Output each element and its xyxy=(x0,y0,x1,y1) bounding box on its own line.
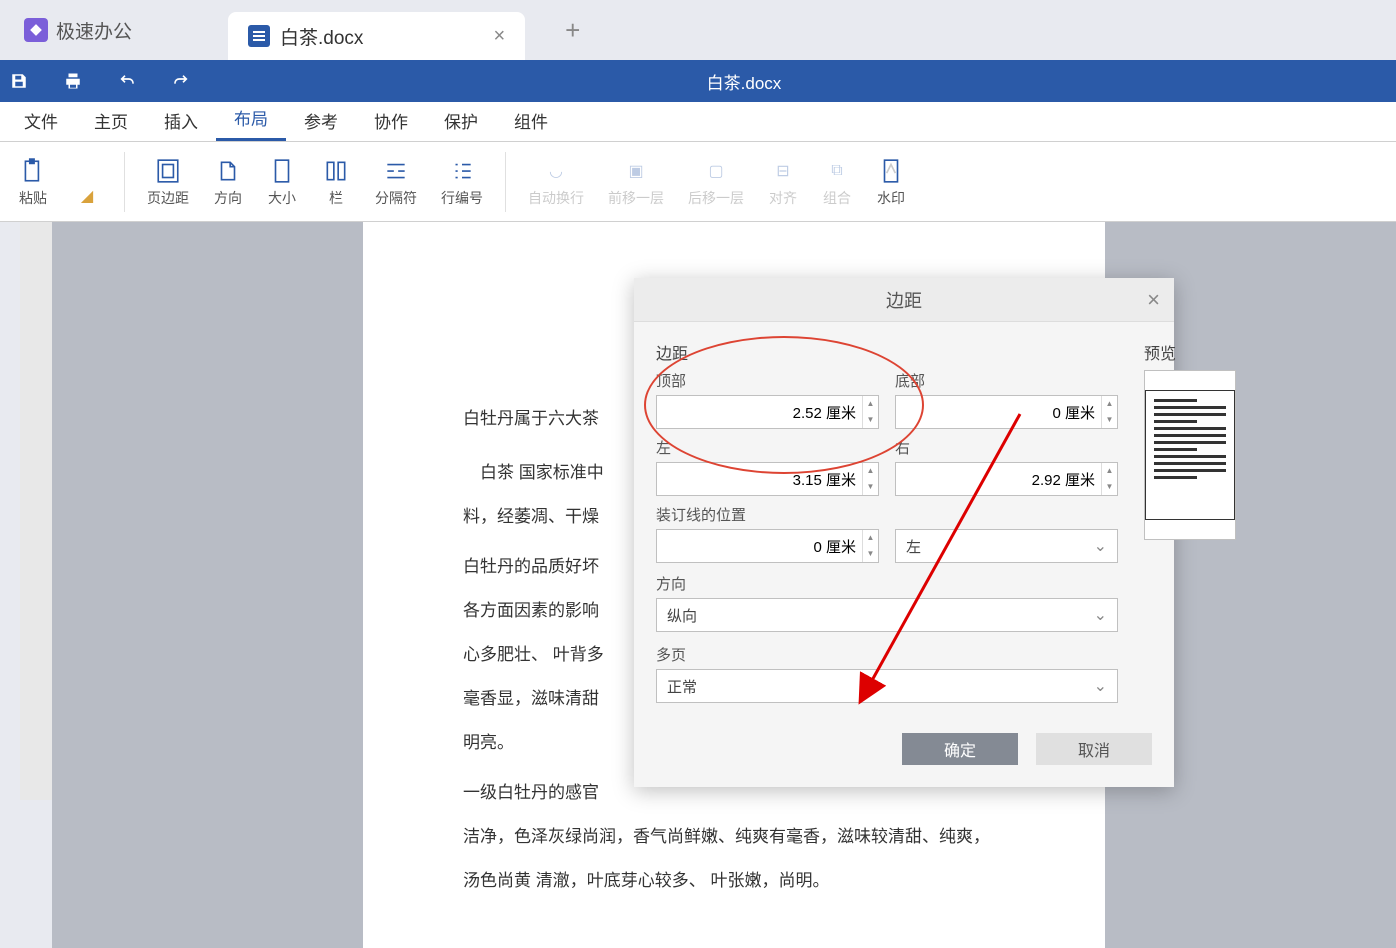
menu-file[interactable]: 文件 xyxy=(6,100,76,141)
spin-up-icon[interactable]: ▲ xyxy=(1102,463,1117,479)
group-icon: ⧉ xyxy=(822,156,852,186)
app-name: 极速办公 xyxy=(56,17,132,44)
gutter-label: 装订线的位置 xyxy=(656,504,1118,525)
menu-references[interactable]: 参考 xyxy=(286,100,356,141)
orientation-icon xyxy=(213,156,243,186)
add-tab-icon[interactable]: + xyxy=(565,15,580,46)
bottom-margin-input[interactable]: ▲▼ xyxy=(895,395,1118,429)
app-tab[interactable]: 极速办公 xyxy=(8,11,148,50)
format-painter-button[interactable]: ◢ xyxy=(64,153,110,211)
ribbon: 粘贴 ◢ 页边距 方向 大小 栏 分隔符 行编号 ◡ 自动换行 ▣ 前移一层 ▢… xyxy=(0,142,1396,222)
auto-wrap-button: ◡ 自动换行 xyxy=(520,156,592,208)
breaks-icon xyxy=(381,156,411,186)
orientation-select[interactable]: 纵向 xyxy=(656,598,1118,632)
close-tab-icon[interactable]: × xyxy=(493,25,505,48)
size-icon xyxy=(267,156,297,186)
orientation-button[interactable]: 方向 xyxy=(205,156,251,208)
dialog-title: 边距 xyxy=(886,287,922,313)
title-bar: 白茶.docx xyxy=(0,60,1396,102)
line-numbers-icon xyxy=(447,156,477,186)
wrap-icon: ◡ xyxy=(541,156,571,186)
send-backward-button: ▢ 后移一层 xyxy=(680,156,752,208)
bring-forward-button: ▣ 前移一层 xyxy=(600,156,672,208)
menu-insert[interactable]: 插入 xyxy=(146,100,216,141)
columns-icon xyxy=(321,156,351,186)
right-margin-input[interactable]: ▲▼ xyxy=(895,462,1118,496)
menu-components[interactable]: 组件 xyxy=(496,100,566,141)
spin-down-icon[interactable]: ▼ xyxy=(1102,479,1117,495)
save-icon[interactable] xyxy=(8,70,30,92)
margins-button[interactable]: 页边距 xyxy=(139,156,197,208)
align-button: ⊟ 对齐 xyxy=(760,156,806,208)
spin-down-icon[interactable]: ▼ xyxy=(863,412,878,428)
margins-icon xyxy=(153,156,183,186)
left-label: 左 xyxy=(656,437,879,458)
left-margin-input[interactable]: ▲▼ xyxy=(656,462,879,496)
spin-up-icon[interactable]: ▲ xyxy=(863,530,878,546)
undo-icon[interactable] xyxy=(116,70,138,92)
window-tab-bar: 极速办公 白茶.docx × + xyxy=(0,0,1396,60)
multipage-label: 多页 xyxy=(656,644,1118,665)
line-numbers-button[interactable]: 行编号 xyxy=(433,156,491,208)
print-icon[interactable] xyxy=(62,70,84,92)
forward-icon: ▣ xyxy=(621,156,651,186)
right-label: 右 xyxy=(895,437,1118,458)
spin-up-icon[interactable]: ▲ xyxy=(863,463,878,479)
watermark-button[interactable]: 水印 xyxy=(868,156,914,208)
margins-preview xyxy=(1144,370,1236,540)
window-title: 白茶.docx xyxy=(192,69,1396,94)
quick-access-toolbar xyxy=(0,70,192,92)
top-label: 顶部 xyxy=(656,370,879,391)
dialog-title-bar[interactable]: 边距 × xyxy=(634,278,1174,322)
brush-icon: ◢ xyxy=(72,181,102,211)
cancel-button[interactable]: 取消 xyxy=(1036,733,1152,765)
margins-dialog: 边距 × 边距 顶部 ▲▼ 底部 ▲▼ xyxy=(634,278,1174,787)
spin-up-icon[interactable]: ▲ xyxy=(863,396,878,412)
ok-button[interactable]: 确定 xyxy=(902,733,1018,765)
watermark-icon xyxy=(876,156,906,186)
spin-up-icon[interactable]: ▲ xyxy=(1102,396,1117,412)
spin-down-icon[interactable]: ▼ xyxy=(863,546,878,562)
gutter-position-select[interactable]: 左 xyxy=(895,529,1118,563)
columns-button[interactable]: 栏 xyxy=(313,156,359,208)
dialog-close-icon[interactable]: × xyxy=(1147,287,1160,313)
doc-paragraph: 汤色尚黄 清澈，叶底芽心较多、 叶张嫩，尚明。 xyxy=(463,864,1005,898)
menu-bar: 文件 主页 插入 布局 参考 协作 保护 组件 xyxy=(0,102,1396,142)
multipage-select[interactable]: 正常 xyxy=(656,669,1118,703)
paste-icon xyxy=(18,156,48,186)
align-icon: ⊟ xyxy=(768,156,798,186)
document-tab-label: 白茶.docx xyxy=(280,23,363,50)
spin-down-icon[interactable]: ▼ xyxy=(863,479,878,495)
doc-paragraph: 洁净，色泽灰绿尚润，香气尚鲜嫩、纯爽有毫香，滋味较清甜、纯爽， xyxy=(463,820,1005,854)
spin-down-icon[interactable]: ▼ xyxy=(1102,412,1117,428)
size-button[interactable]: 大小 xyxy=(259,156,305,208)
menu-home[interactable]: 主页 xyxy=(76,100,146,141)
redo-icon[interactable] xyxy=(170,70,192,92)
backward-icon: ▢ xyxy=(701,156,731,186)
top-margin-input[interactable]: ▲▼ xyxy=(656,395,879,429)
preview-label: 预览 xyxy=(1144,340,1236,364)
group-button: ⧉ 组合 xyxy=(814,156,860,208)
document-icon xyxy=(248,25,270,47)
document-tab[interactable]: 白茶.docx × xyxy=(228,12,525,60)
menu-collaborate[interactable]: 协作 xyxy=(356,100,426,141)
vertical-ruler xyxy=(20,222,52,800)
app-icon xyxy=(24,18,48,42)
breaks-button[interactable]: 分隔符 xyxy=(367,156,425,208)
menu-layout[interactable]: 布局 xyxy=(216,97,286,141)
margins-section-label: 边距 xyxy=(656,340,1118,364)
gutter-size-input[interactable]: ▲▼ xyxy=(656,529,879,563)
menu-protect[interactable]: 保护 xyxy=(426,100,496,141)
orientation-label: 方向 xyxy=(656,573,1118,594)
paste-button[interactable]: 粘贴 xyxy=(10,156,56,208)
bottom-label: 底部 xyxy=(895,370,1118,391)
